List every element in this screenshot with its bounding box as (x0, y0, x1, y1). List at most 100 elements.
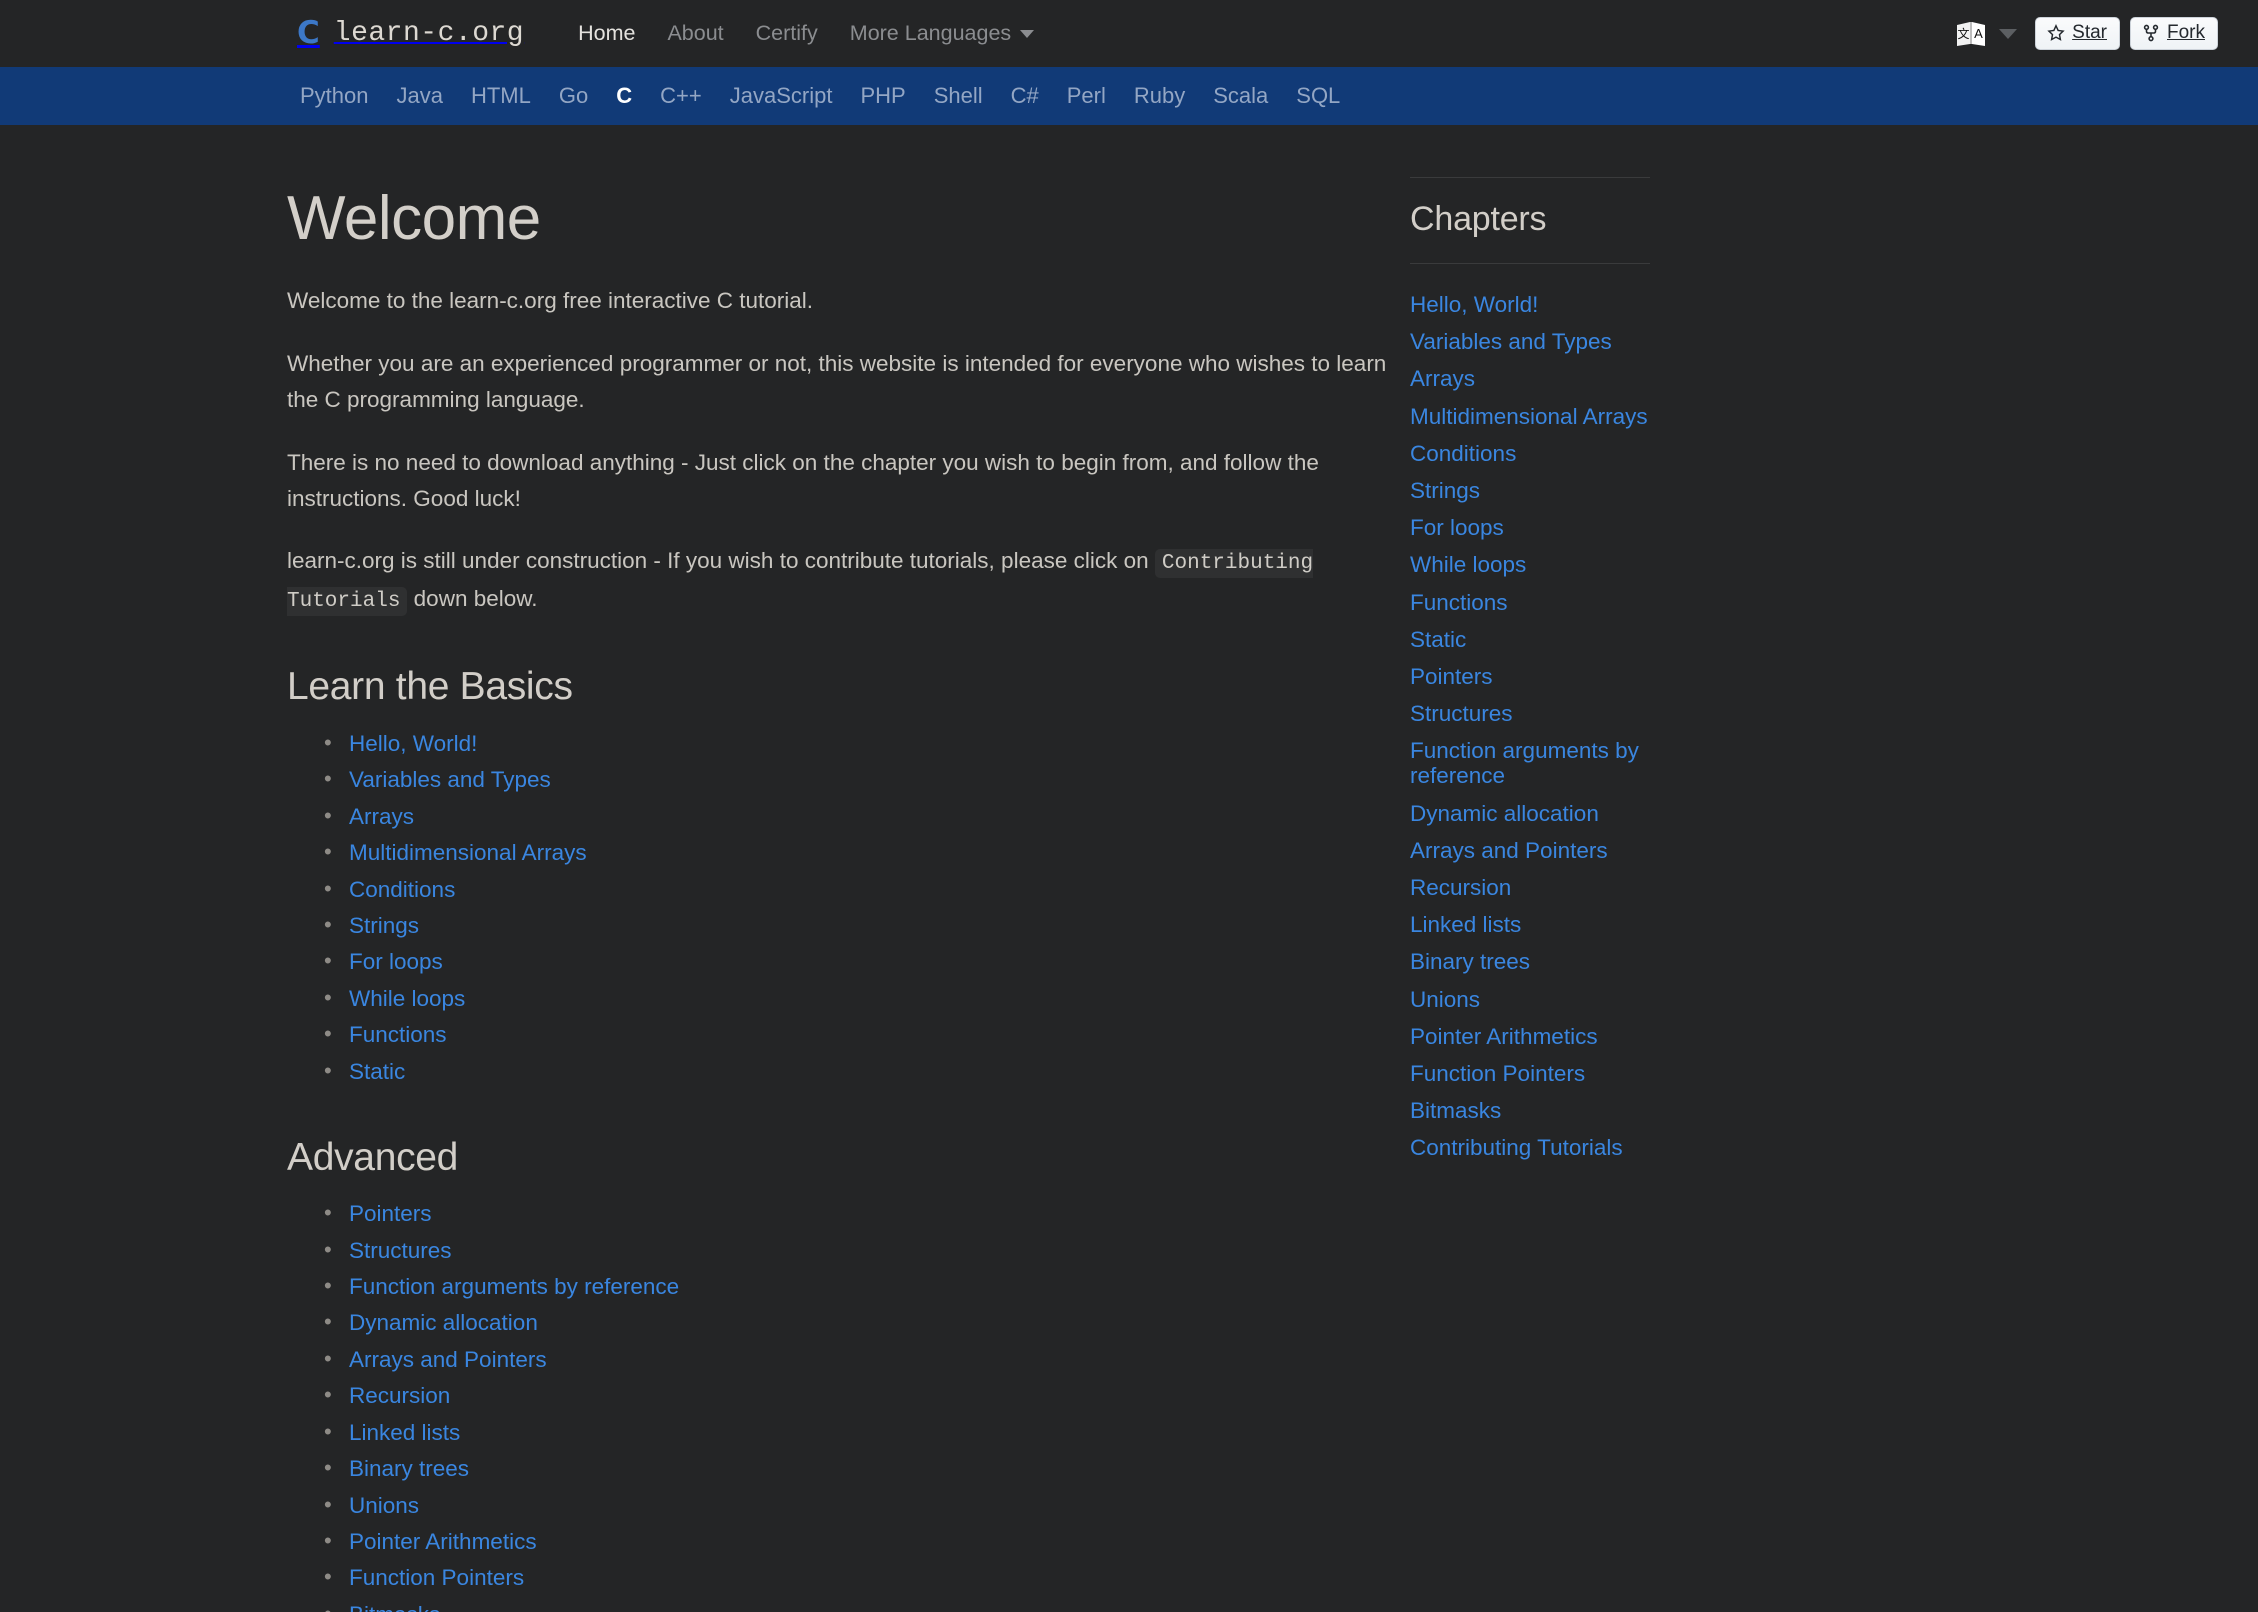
chapter-link-19[interactable]: Pointer Arithmetics (1410, 1018, 1660, 1055)
page-body: Welcome Welcome to the learn-c.org free … (0, 125, 2258, 1612)
advanced-link-4[interactable]: Arrays and Pointers (349, 1347, 547, 1372)
advanced-link-3[interactable]: Dynamic allocation (349, 1310, 538, 1335)
basics-link-6[interactable]: For loops (349, 949, 443, 974)
basics-link-8[interactable]: Functions (349, 1022, 447, 1047)
list-item: Strings (324, 908, 1390, 944)
translate-chevron-down-icon[interactable] (1999, 28, 2018, 39)
advanced-link-5[interactable]: Recursion (349, 1383, 450, 1408)
fork-button-label: Fork (2167, 22, 2205, 43)
chapter-link-13[interactable]: Dynamic allocation (1410, 795, 1660, 832)
chapter-link-20[interactable]: Function Pointers (1410, 1055, 1660, 1092)
advanced-link-1[interactable]: Structures (349, 1238, 452, 1263)
chapter-link-6[interactable]: For loops (1410, 509, 1660, 546)
advanced-link-2[interactable]: Function arguments by reference (349, 1274, 679, 1299)
chapter-link-2[interactable]: Arrays (1410, 360, 1660, 397)
language-tab-ruby[interactable]: Ruby (1120, 83, 1199, 109)
nav-item-more-languages[interactable]: More Languages (834, 21, 1050, 46)
intro-paragraph-4: learn-c.org is still under construction … (287, 543, 1390, 619)
chapter-link-10[interactable]: Pointers (1410, 658, 1660, 695)
chapter-link-22[interactable]: Contributing Tutorials (1410, 1129, 1660, 1166)
basics-list: Hello, World! Variables and Types Arrays Mu… (287, 725, 1390, 1089)
nav-item-certify[interactable]: Certify (740, 21, 834, 46)
brand-text: learn-c.org (333, 18, 525, 49)
primary-nav: Home About Certify More Languages (562, 21, 1050, 46)
nav-item-home[interactable]: Home (562, 21, 651, 46)
list-item: Arrays (324, 798, 1390, 834)
advanced-link-8[interactable]: Unions (349, 1493, 419, 1518)
sidebar-divider-bottom (1410, 263, 1650, 264)
chapter-link-16[interactable]: Linked lists (1410, 906, 1660, 943)
language-tab-java[interactable]: Java (383, 83, 457, 109)
language-tab-php[interactable]: PHP (846, 83, 919, 109)
translate-icon[interactable]: 文 A (1955, 19, 1989, 49)
site-brand[interactable]: C learn-c.org (297, 15, 525, 51)
advanced-link-7[interactable]: Binary trees (349, 1456, 469, 1481)
basics-link-2[interactable]: Arrays (349, 804, 414, 829)
intro-paragraph-2: Whether you are an experienced programme… (287, 350, 1387, 413)
chapter-link-0[interactable]: Hello, World! (1410, 286, 1660, 323)
language-tab-c[interactable]: C# (997, 83, 1053, 109)
chevron-down-icon (1020, 30, 1035, 39)
fork-button[interactable]: Fork (2130, 17, 2218, 50)
basics-link-3[interactable]: Multidimensional Arrays (349, 840, 587, 865)
language-tab-javascript[interactable]: JavaScript (716, 83, 847, 109)
language-tab-c[interactable]: C (602, 83, 646, 109)
chapter-link-17[interactable]: Binary trees (1410, 943, 1660, 980)
chapter-link-11[interactable]: Structures (1410, 695, 1660, 732)
basics-link-7[interactable]: While loops (349, 986, 465, 1011)
nav-item-about[interactable]: About (651, 21, 739, 46)
page-title: Welcome (287, 184, 541, 253)
chapter-link-7[interactable]: While loops (1410, 546, 1660, 583)
intro-paragraph-1: Welcome to the learn-c.org free interact… (287, 288, 814, 314)
chapter-link-4[interactable]: Conditions (1410, 435, 1660, 472)
advanced-link-0[interactable]: Pointers (349, 1201, 432, 1226)
language-tab-html[interactable]: HTML (457, 83, 545, 109)
advanced-heading: Advanced (287, 1135, 459, 1179)
paragraph-4-prefix: learn-c.org is still under construction … (287, 548, 1155, 574)
main-content: Welcome Welcome to the learn-c.org free … (0, 125, 1390, 1612)
chapter-link-3[interactable]: Multidimensional Arrays (1410, 398, 1660, 435)
advanced-link-9[interactable]: Pointer Arithmetics (349, 1529, 537, 1554)
language-tab-sql[interactable]: SQL (1282, 83, 1354, 109)
sidebar-divider-top (1410, 177, 1650, 178)
star-button[interactable]: Star (2035, 17, 2120, 50)
list-item: Dynamic allocation (324, 1305, 1390, 1341)
chapter-link-18[interactable]: Unions (1410, 981, 1660, 1018)
language-tab-c[interactable]: C++ (646, 83, 716, 109)
intro-paragraph-3: There is no need to download anything - … (287, 449, 1319, 511)
list-item: Bitmasks (324, 1596, 1390, 1612)
chapters-title: Chapters (1410, 200, 1547, 238)
basics-link-5[interactable]: Strings (349, 913, 419, 938)
list-item: Functions (324, 1017, 1390, 1053)
basics-link-0[interactable]: Hello, World! (349, 731, 477, 756)
advanced-link-6[interactable]: Linked lists (349, 1420, 460, 1445)
chapter-link-5[interactable]: Strings (1410, 472, 1660, 509)
chapter-link-1[interactable]: Variables and Types (1410, 323, 1660, 360)
chapter-link-21[interactable]: Bitmasks (1410, 1092, 1660, 1129)
basics-link-4[interactable]: Conditions (349, 877, 455, 902)
list-item: Function Pointers (324, 1560, 1390, 1596)
language-tab-python[interactable]: Python (286, 83, 383, 109)
advanced-link-11[interactable]: Bitmasks (349, 1602, 440, 1612)
language-tab-perl[interactable]: Perl (1053, 83, 1120, 109)
c-logo-icon: C (297, 15, 320, 51)
advanced-link-10[interactable]: Function Pointers (349, 1565, 524, 1590)
language-tab-scala[interactable]: Scala (1199, 83, 1282, 109)
list-item: Pointer Arithmetics (324, 1523, 1390, 1559)
chapter-link-8[interactable]: Functions (1410, 584, 1660, 621)
chapter-link-14[interactable]: Arrays and Pointers (1410, 832, 1660, 869)
header-actions: 文 A Star Fork (1955, 17, 2218, 50)
star-icon (2047, 24, 2065, 41)
list-item: Recursion (324, 1378, 1390, 1414)
chapter-link-9[interactable]: Static (1410, 621, 1660, 658)
list-item: For loops (324, 944, 1390, 980)
language-tab-go[interactable]: Go (545, 83, 602, 109)
chapter-link-15[interactable]: Recursion (1410, 869, 1660, 906)
language-tab-shell[interactable]: Shell (920, 83, 997, 109)
star-button-label: Star (2072, 22, 2107, 43)
chapters-sidebar: Chapters Hello, World! Variables and Type… (1410, 125, 1660, 1612)
chapter-link-12[interactable]: Function arguments by reference (1410, 732, 1660, 794)
list-item: Static (324, 1053, 1390, 1089)
basics-link-1[interactable]: Variables and Types (349, 767, 551, 792)
basics-link-9[interactable]: Static (349, 1059, 405, 1084)
